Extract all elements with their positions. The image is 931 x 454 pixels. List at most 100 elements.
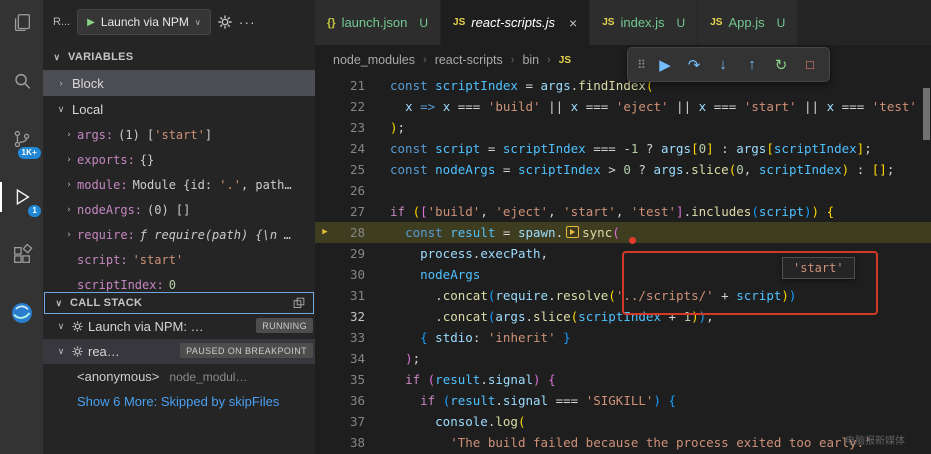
gutter[interactable]: 26 — [315, 180, 390, 201]
gutter[interactable]: 21 — [315, 75, 390, 96]
chevron-right-icon[interactable]: › — [63, 130, 75, 140]
scrollbar-thumb[interactable] — [923, 88, 930, 140]
tab-launch.json[interactable]: {} launch.json U — [315, 0, 442, 45]
chevron-right-icon[interactable]: › — [63, 155, 75, 165]
code-text[interactable]: x => x === 'build' || x === 'eject' || x… — [390, 96, 917, 117]
gutter[interactable]: 31 — [315, 285, 390, 306]
stop-button[interactable]: □ — [797, 52, 823, 78]
code-text[interactable]: nodeArgs — [390, 264, 480, 285]
code-text[interactable]: { stdio: 'inherit' } — [390, 327, 571, 348]
more-actions-icon[interactable]: ··· — [239, 14, 256, 30]
chevron-down-icon[interactable]: ∨ — [55, 321, 67, 332]
gutter[interactable]: 35 — [315, 369, 390, 390]
variable-row[interactable]: › args: (1) ['start'] — [43, 122, 315, 147]
gutter[interactable]: 33 — [315, 327, 390, 348]
code-text[interactable]: console.log( — [390, 411, 525, 432]
line-number[interactable]: 26 — [335, 180, 365, 201]
code-text[interactable]: ); — [390, 117, 405, 138]
continue-button[interactable]: ▶ — [652, 52, 678, 78]
gutter[interactable]: 29 — [315, 243, 390, 264]
gear-icon[interactable] — [218, 15, 232, 29]
explorer-icon[interactable] — [0, 6, 43, 40]
line-number[interactable]: 23 — [335, 117, 365, 138]
line-number[interactable]: 36 — [335, 390, 365, 411]
browser-icon[interactable] — [0, 296, 43, 330]
gutter[interactable]: 37 — [315, 411, 390, 432]
line-number[interactable]: 29 — [335, 243, 365, 264]
chevron-down-icon[interactable]: ∨ — [55, 104, 67, 115]
gutter[interactable]: 38 — [315, 432, 390, 453]
launch-config-button[interactable]: ▶ Launch via NPM ∨ — [77, 9, 211, 35]
step-over-button[interactable]: ↷ — [681, 52, 707, 78]
show-more-link[interactable]: Show 6 More: Skipped by skipFiles — [43, 389, 315, 414]
variable-row[interactable]: › module: Module {id: '.', path… — [43, 172, 315, 197]
gutter[interactable]: 36 — [315, 390, 390, 411]
gutter[interactable]: 22 — [315, 96, 390, 117]
gutter[interactable]: 23 — [315, 117, 390, 138]
line-number[interactable]: 32 — [335, 306, 365, 327]
line-number[interactable]: 30 — [335, 264, 365, 285]
code-text[interactable]: if (['build', 'eject', 'start', 'test'].… — [390, 201, 834, 222]
run-debug-icon[interactable]: 1 — [0, 180, 43, 217]
chevron-right-icon[interactable]: › — [63, 205, 75, 215]
gutter[interactable]: 30 — [315, 264, 390, 285]
variable-row[interactable]: › exports: {} — [43, 147, 315, 172]
start-debug-icon[interactable]: ▶ — [87, 17, 95, 28]
gutter[interactable]: 27 — [315, 201, 390, 222]
extensions-icon[interactable] — [0, 238, 43, 272]
gutter[interactable]: 32 — [315, 306, 390, 327]
code-text[interactable]: const result = spawn. sync( — [390, 222, 620, 243]
variable-row[interactable]: › require: ƒ require(path) {\n … — [43, 222, 315, 247]
line-number[interactable]: 38 — [335, 432, 365, 453]
gutter[interactable]: 25 — [315, 159, 390, 180]
line-number[interactable]: 31 — [335, 285, 365, 306]
line-number[interactable]: 21 — [335, 75, 365, 96]
close-icon[interactable]: × — [569, 15, 577, 31]
code-text[interactable]: const nodeArgs = scriptIndex > 0 ? args.… — [390, 159, 894, 180]
line-number[interactable]: 35 — [335, 369, 365, 390]
line-number[interactable]: 37 — [335, 411, 365, 432]
gutter[interactable]: 34 — [315, 348, 390, 369]
breadcrumb-item[interactable]: bin — [522, 53, 539, 67]
code-text[interactable]: const script = scriptIndex === -1 ? args… — [390, 138, 872, 159]
source-control-icon[interactable]: 1K+ — [0, 122, 43, 159]
tab-react-scripts.js[interactable]: JS react-scripts.js × — [441, 0, 591, 45]
code-text[interactable]: const scriptIndex = args.findIndex( — [390, 75, 653, 96]
scope-local[interactable]: ∨ Local — [43, 96, 315, 122]
gutter[interactable]: 24 — [315, 138, 390, 159]
stack-frame[interactable]: <anonymous> node_modul… — [43, 364, 315, 389]
breadcrumb-item[interactable]: node_modules — [333, 53, 415, 67]
copy-call-stack-icon[interactable] — [293, 297, 305, 309]
scope-block[interactable]: › Block — [43, 70, 315, 96]
code-text[interactable]: process.execPath, — [390, 243, 548, 264]
drag-handle[interactable]: ⠿ — [634, 52, 649, 78]
line-number[interactable]: 24 — [335, 138, 365, 159]
variable-row[interactable]: › nodeArgs: (0) [] — [43, 197, 315, 222]
call-stack-session[interactable]: ∨ Launch via NPM: … RUNNING — [43, 314, 315, 339]
code-text[interactable]: if (result.signal === 'SIGKILL') { — [390, 390, 676, 411]
chevron-right-icon[interactable]: › — [55, 78, 67, 88]
code-text[interactable]: if (result.signal) { — [390, 369, 556, 390]
line-number[interactable]: 27 — [335, 201, 365, 222]
code-text[interactable]: .concat(args.slice(scriptIndex + 1)), — [390, 306, 714, 327]
code-text[interactable]: 'The build failed because the process ex… — [390, 432, 871, 453]
gutter[interactable]: ▶ 28 — [315, 222, 390, 243]
line-number[interactable]: 25 — [335, 159, 365, 180]
variable-row[interactable]: script: 'start' — [43, 247, 315, 272]
code-text[interactable]: ); — [390, 348, 420, 369]
step-into-button[interactable]: ↓ — [710, 52, 736, 78]
search-icon[interactable] — [0, 64, 43, 98]
code-text[interactable]: .concat(require.resolve('../scripts/' + … — [390, 285, 796, 306]
line-number[interactable]: 34 — [335, 348, 365, 369]
tab-index.js[interactable]: JS index.js U — [590, 0, 699, 45]
step-out-button[interactable]: ↑ — [739, 52, 765, 78]
line-number[interactable]: 28 — [335, 222, 365, 243]
chevron-down-icon[interactable]: ∨ — [55, 346, 67, 357]
chevron-right-icon[interactable]: › — [63, 180, 75, 190]
call-stack-section-header[interactable]: ∨ CALL STACK — [44, 292, 314, 314]
breadcrumb-item[interactable]: react-scripts — [435, 53, 503, 67]
restart-button[interactable]: ↻ — [768, 52, 794, 78]
variables-section-header[interactable]: ∨ VARIABLES — [43, 44, 315, 70]
line-number[interactable]: 33 — [335, 327, 365, 348]
variable-row[interactable]: scriptIndex: 0 — [43, 272, 315, 292]
